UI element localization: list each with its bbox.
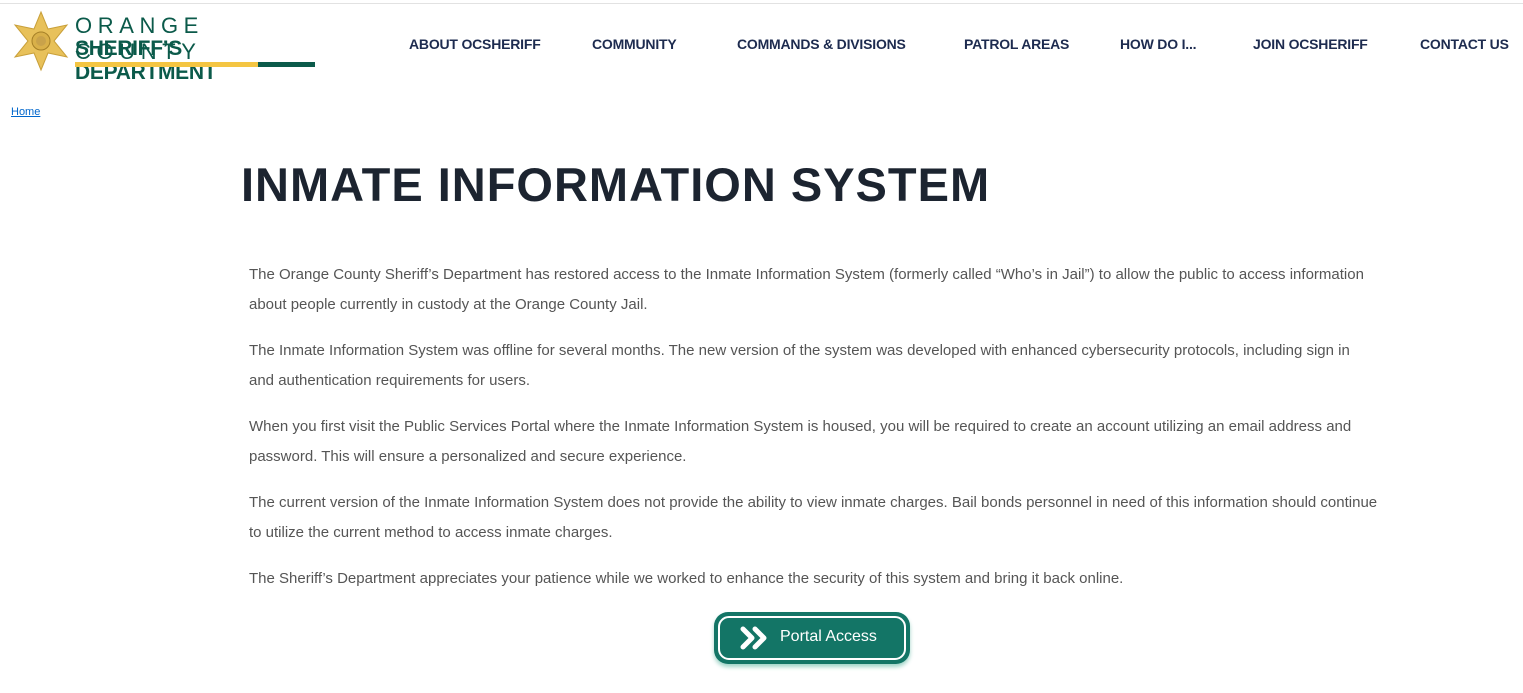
paragraph: The Orange County Sheriff’s Department h…	[249, 266, 1364, 313]
portal-button-label: Portal Access	[780, 628, 877, 645]
nav-about[interactable]: ABOUT OCSHERIFF	[409, 36, 541, 52]
double-chevron-right-icon	[740, 626, 767, 650]
site-logo[interactable]: ORANGE COUNTY SHERIFF’S DEPARTMENT	[12, 10, 317, 84]
logo-line2: SHERIFF’S DEPARTMENT	[75, 37, 217, 84]
page-content: The Orange County Sheriff’s Department h…	[249, 260, 1379, 610]
paragraph: The current version of the Inmate Inform…	[249, 494, 1378, 541]
nav-contact[interactable]: CONTACT US	[1420, 36, 1509, 52]
main-nav: ABOUT OCSHERIFF COMMUNITY COMMANDS & DIV…	[409, 36, 1523, 56]
paragraph: When you first visit the Public Services…	[249, 418, 1352, 465]
sheriff-star-icon	[13, 10, 69, 72]
nav-join[interactable]: JOIN OCSHERIFF	[1253, 36, 1368, 52]
top-divider	[0, 3, 1523, 4]
portal-access-button[interactable]: Portal Access	[714, 612, 910, 664]
paragraph: The Inmate Information System was offlin…	[249, 342, 1350, 389]
logo-green-bar	[258, 62, 315, 67]
page-title: INMATE INFORMATION SYSTEM	[241, 158, 991, 211]
logo-gold-bar	[75, 62, 258, 67]
nav-how-do-i[interactable]: HOW DO I...	[1120, 36, 1197, 52]
breadcrumb-home[interactable]: Home	[11, 106, 40, 118]
nav-commands-divisions[interactable]: COMMANDS & DIVISIONS	[737, 36, 906, 52]
nav-patrol-areas[interactable]: PATROL AREAS	[964, 36, 1069, 52]
nav-community[interactable]: COMMUNITY	[592, 36, 677, 52]
paragraph: The Sheriff’s Department appreciates you…	[249, 570, 1124, 587]
